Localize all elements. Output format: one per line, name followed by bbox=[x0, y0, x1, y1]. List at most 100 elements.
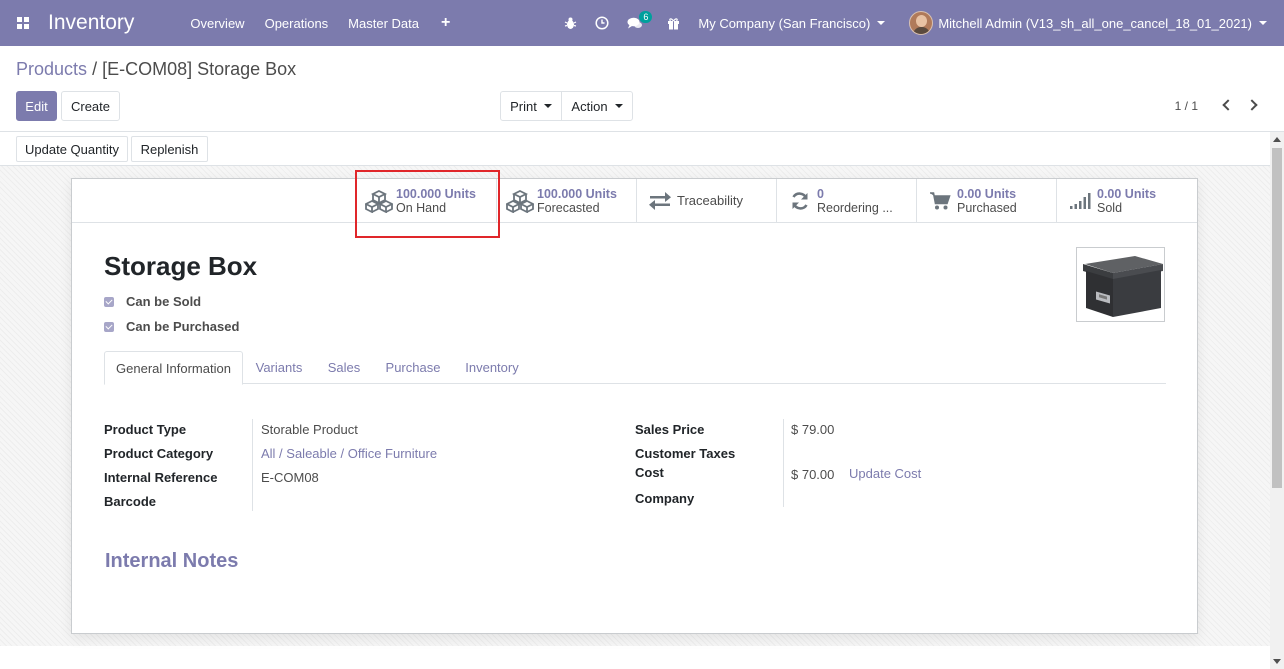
reordering-label: Reordering ... bbox=[817, 200, 893, 215]
company-switcher[interactable]: My Company (San Francisco) bbox=[698, 15, 886, 31]
customer-taxes-label: Customer Taxes bbox=[635, 446, 736, 461]
form-sheet: 100.000 Units On Hand 100.000 Units Fore… bbox=[71, 170, 1198, 634]
smart-button-sold[interactable]: 0.00 Units Sold bbox=[1056, 179, 1197, 222]
cubes-icon bbox=[362, 189, 396, 213]
purchased-value: 0.00 Units bbox=[957, 186, 1017, 201]
company-name: My Company (San Francisco) bbox=[698, 15, 871, 31]
gift-icon[interactable] bbox=[667, 17, 680, 30]
sales-price-value[interactable]: $ 79.00 bbox=[791, 422, 834, 437]
tab-purchase[interactable]: Purchase bbox=[377, 351, 449, 384]
product-name[interactable]: Storage Box bbox=[104, 251, 257, 282]
tab-variants[interactable]: Variants bbox=[247, 351, 311, 384]
product-type-value[interactable]: Storable Product bbox=[261, 422, 358, 437]
breadcrumb: Products / [E-COM08] Storage Box bbox=[16, 59, 296, 80]
product-category-link[interactable]: All / Saleable / Office Furniture bbox=[261, 446, 437, 461]
cubes-icon bbox=[503, 189, 537, 213]
signal-bars-icon bbox=[1063, 192, 1097, 210]
smart-button-forecasted[interactable]: 100.000 Units Forecasted bbox=[496, 179, 637, 222]
smart-button-reordering[interactable]: 0 Reordering ... bbox=[776, 179, 917, 222]
chat-badge: 6 bbox=[639, 10, 653, 23]
smart-button-box: 100.000 Units On Hand 100.000 Units Fore… bbox=[72, 170, 1197, 238]
app-name[interactable]: Inventory bbox=[48, 11, 134, 35]
purchased-label: Purchased bbox=[957, 200, 1017, 215]
plus-icon[interactable]: + bbox=[441, 14, 450, 32]
smart-button-purchased[interactable]: 0.00 Units Purchased bbox=[916, 179, 1057, 222]
forecasted-label: Forecasted bbox=[537, 200, 600, 215]
pager-value[interactable]: 1 / 1 bbox=[1175, 99, 1198, 113]
tab-general-information[interactable]: General Information bbox=[104, 351, 243, 385]
product-category-label: Product Category bbox=[104, 446, 214, 461]
bug-icon[interactable] bbox=[564, 17, 577, 30]
chat-icon[interactable]: 6 bbox=[627, 10, 653, 30]
checkbox-icon bbox=[104, 321, 114, 332]
shopping-cart-icon bbox=[923, 191, 957, 211]
control-panel: Products / [E-COM08] Storage Box Edit Cr… bbox=[0, 46, 1284, 132]
barcode-label: Barcode bbox=[104, 494, 157, 509]
company-label: Company bbox=[635, 491, 695, 506]
pager-next-icon[interactable] bbox=[1245, 95, 1260, 115]
top-navbar: Inventory Overview Operations Master Dat… bbox=[0, 0, 1284, 46]
print-dropdown[interactable]: Print bbox=[500, 91, 562, 121]
clock-icon[interactable] bbox=[595, 16, 609, 30]
can-be-sold-label: Can be Sold bbox=[126, 294, 202, 309]
breadcrumb-current: [E-COM08] Storage Box bbox=[102, 59, 297, 79]
sales-price-label: Sales Price bbox=[635, 422, 705, 437]
storage-box-image bbox=[1083, 256, 1163, 317]
field-divider bbox=[252, 419, 253, 511]
field-divider bbox=[783, 419, 784, 507]
update-cost-button[interactable]: Update Cost bbox=[849, 466, 921, 481]
scrollbar[interactable] bbox=[1270, 132, 1284, 669]
reordering-value: 0 bbox=[817, 186, 824, 201]
breadcrumb-products[interactable]: Products bbox=[16, 59, 87, 79]
form-statusbar: Update Quantity Replenish bbox=[0, 132, 1270, 166]
tab-sales[interactable]: Sales bbox=[317, 351, 371, 384]
menu-master-data[interactable]: Master Data bbox=[348, 16, 419, 31]
product-image[interactable] bbox=[1076, 247, 1165, 322]
internal-notes-title: Internal Notes bbox=[105, 550, 239, 572]
user-name: Mitchell Admin (V13_sh_all_one_cancel_18… bbox=[938, 15, 1252, 31]
can-be-purchased-label: Can be Purchased bbox=[126, 319, 240, 334]
internal-reference-value[interactable]: E-COM08 bbox=[261, 470, 319, 485]
print-label: Print bbox=[510, 98, 537, 114]
can-be-sold-checkbox[interactable]: Can be Sold bbox=[104, 294, 201, 309]
action-dropdown[interactable]: Action bbox=[561, 91, 633, 121]
update-quantity-button[interactable]: Update Quantity bbox=[16, 136, 128, 162]
caret-down-icon bbox=[614, 104, 623, 108]
user-menu[interactable]: Mitchell Admin (V13_sh_all_one_cancel_18… bbox=[909, 11, 1267, 35]
scroll-up-icon[interactable] bbox=[1273, 137, 1281, 142]
checkbox-icon bbox=[104, 296, 114, 307]
product-type-label: Product Type bbox=[104, 422, 187, 437]
on-hand-label: On Hand bbox=[396, 200, 447, 215]
scroll-down-icon[interactable] bbox=[1273, 659, 1281, 664]
smart-button-traceability[interactable]: Traceability bbox=[636, 179, 777, 222]
caret-down-icon bbox=[1259, 21, 1267, 25]
breadcrumb-separator: / bbox=[92, 59, 98, 79]
cost-value[interactable]: $ 70.00 bbox=[791, 467, 834, 482]
menu-operations[interactable]: Operations bbox=[265, 16, 329, 31]
apps-menu-icon[interactable] bbox=[0, 0, 46, 46]
replenish-button[interactable]: Replenish bbox=[131, 136, 208, 162]
traceability-label: Traceability bbox=[677, 192, 743, 208]
scroll-thumb[interactable] bbox=[1272, 148, 1282, 488]
smart-button-on-hand[interactable]: 100.000 Units On Hand bbox=[355, 179, 496, 222]
cost-label: Cost bbox=[635, 465, 664, 480]
refresh-icon bbox=[783, 191, 817, 211]
form-background: 100.000 Units On Hand 100.000 Units Fore… bbox=[0, 166, 1270, 646]
action-label: Action bbox=[571, 98, 608, 114]
on-hand-value: 100.000 Units bbox=[396, 186, 476, 201]
sold-value: 0.00 Units bbox=[1097, 186, 1157, 201]
caret-down-icon bbox=[543, 104, 552, 108]
systray: 6 My Company (San Francisco) Mitchell Ad… bbox=[564, 0, 1284, 46]
can-be-purchased-checkbox[interactable]: Can be Purchased bbox=[104, 319, 239, 334]
tab-inventory[interactable]: Inventory bbox=[456, 351, 528, 384]
create-button[interactable]: Create bbox=[61, 91, 120, 121]
notebook-tabs: General Information Variants Sales Purch… bbox=[104, 351, 1166, 385]
avatar bbox=[909, 11, 934, 35]
edit-button[interactable]: Edit bbox=[16, 91, 57, 121]
menu-overview[interactable]: Overview bbox=[190, 16, 244, 31]
internal-reference-label: Internal Reference bbox=[104, 470, 218, 485]
pager-previous-icon[interactable] bbox=[1219, 95, 1234, 115]
forecasted-value: 100.000 Units bbox=[537, 186, 617, 201]
sold-label: Sold bbox=[1097, 200, 1123, 215]
exchange-arrows-icon bbox=[643, 191, 677, 210]
